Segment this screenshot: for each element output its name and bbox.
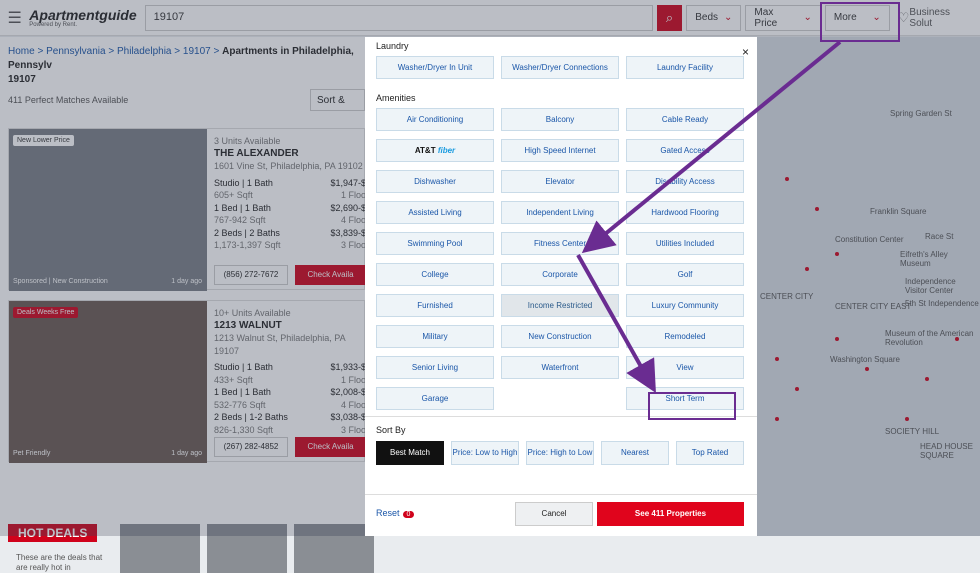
amenity-option[interactable]: AT&T fiber — [376, 139, 494, 162]
modal-footer: Reset 0 Cancel See 411 Properties — [365, 494, 757, 536]
amenity-option[interactable]: Swimming Pool — [376, 232, 494, 255]
amenity-option[interactable]: Luxury Community — [626, 294, 744, 317]
sort-nearest[interactable]: Nearest — [601, 441, 669, 465]
att-logo-text: AT&T — [414, 146, 436, 155]
amenity-option[interactable]: New Construction — [501, 325, 619, 348]
amenity-option[interactable]: Dishwasher — [376, 170, 494, 193]
amenity-option[interactable]: View — [626, 356, 744, 379]
reset-label: Reset — [376, 508, 400, 518]
laundry-option[interactable]: Washer/Dryer In Unit — [376, 56, 494, 79]
short-term-highlight-box — [648, 392, 736, 420]
amenity-option[interactable]: Military — [376, 325, 494, 348]
amenity-option[interactable]: Garage — [376, 387, 494, 410]
laundry-heading: Laundry — [376, 41, 409, 51]
laundry-option[interactable]: Washer/Dryer Connections — [501, 56, 619, 79]
amenity-option[interactable]: Elevator — [501, 170, 619, 193]
laundry-options: Washer/Dryer In Unit Washer/Dryer Connec… — [376, 56, 746, 79]
fiber-logo-text: fiber — [437, 146, 456, 155]
amenity-option[interactable]: Independent Living — [501, 201, 619, 224]
amenity-option[interactable]: Hardwood Flooring — [626, 201, 744, 224]
amenity-option[interactable]: Gated Access — [626, 139, 744, 162]
amenity-option[interactable]: Furnished — [376, 294, 494, 317]
amenity-option[interactable]: Waterfront — [501, 356, 619, 379]
amenity-option[interactable]: Disability Access — [626, 170, 744, 193]
more-filters-modal: × Laundry Washer/Dryer In Unit Washer/Dr… — [365, 37, 757, 536]
amenity-option[interactable]: High Speed Internet — [501, 139, 619, 162]
amenity-option[interactable]: College — [376, 263, 494, 286]
cancel-button[interactable]: Cancel — [515, 502, 593, 526]
amenity-option[interactable]: Income Restricted — [501, 294, 619, 317]
amenity-option[interactable]: Balcony — [501, 108, 619, 131]
sort-best-match[interactable]: Best Match — [376, 441, 444, 465]
sort-options: Best Match Price: Low to High Price: Hig… — [376, 441, 746, 465]
amenity-option[interactable]: Assisted Living — [376, 201, 494, 224]
reset-count-badge: 0 — [402, 511, 415, 518]
empty-slot — [501, 387, 619, 410]
reset-button[interactable]: Reset 0 — [376, 508, 415, 518]
amenity-option[interactable]: Remodeled — [626, 325, 744, 348]
sort-top-rated[interactable]: Top Rated — [676, 441, 744, 465]
laundry-option[interactable]: Laundry Facility — [626, 56, 744, 79]
sort-price-high-low[interactable]: Price: High to Low — [526, 441, 594, 465]
amenity-option[interactable]: Corporate — [501, 263, 619, 286]
amenities-heading: Amenities — [376, 93, 416, 103]
sort-heading: Sort By — [376, 425, 406, 435]
amenity-option[interactable]: Utilities Included — [626, 232, 744, 255]
hot-deals-description: These are the deals that are really hot … — [16, 553, 103, 572]
sort-price-low-high[interactable]: Price: Low to High — [451, 441, 519, 465]
close-icon[interactable]: × — [742, 45, 749, 59]
amenity-option[interactable]: Air Conditioning — [376, 108, 494, 131]
amenity-option[interactable]: Cable Ready — [626, 108, 744, 131]
more-highlight-box — [820, 2, 900, 42]
amenity-option[interactable]: Golf — [626, 263, 744, 286]
amenity-options: Air Conditioning Balcony Cable Ready AT&T f… — [376, 108, 746, 410]
amenity-option[interactable]: Fitness Center — [501, 232, 619, 255]
amenity-option[interactable]: Senior Living — [376, 356, 494, 379]
see-properties-button[interactable]: See 411 Properties — [597, 502, 744, 526]
